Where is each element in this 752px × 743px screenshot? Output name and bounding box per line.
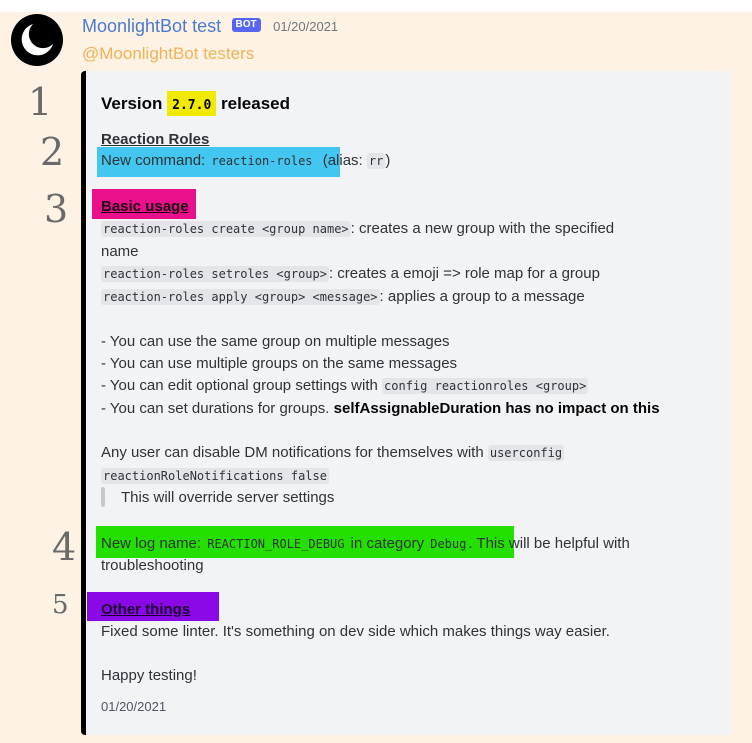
alias-code: rr [366, 153, 386, 169]
other-text: Fixed some linter. It's something on dev… [101, 623, 610, 640]
annotation-number: 3 [44, 187, 69, 231]
avatar[interactable] [11, 14, 63, 66]
annotation-number: 4 [52, 525, 77, 569]
bullet-item: - You can use the same group on multiple… [101, 333, 450, 350]
blockquote-text: This will override server settings [121, 489, 335, 506]
moon-icon [13, 16, 61, 64]
annotation-number: 2 [40, 130, 65, 174]
annotation-number: 5 [52, 590, 69, 620]
closing-text: Happy testing! [101, 667, 197, 684]
usage-line: reaction-roles apply <group> <message>: … [101, 288, 585, 305]
dm-line: Any user can disable DM notifications fo… [101, 444, 565, 461]
annotation-number: 1 [28, 80, 53, 124]
usage-line: reaction-roles create <group name>: crea… [101, 220, 615, 237]
log-line: New log name: REACTION_ROLE_DEBUG in cat… [101, 535, 630, 552]
dm-line: reactionRoleNotifications false [101, 468, 329, 484]
username[interactable]: MoonlightBot test [82, 16, 221, 36]
new-command-line: New command: reaction-roles (alias: rr) [101, 152, 391, 169]
message-timestamp: 01/20/2021 [273, 19, 339, 34]
section-heading: Other things [101, 601, 191, 618]
command-code: reaction-roles [211, 154, 313, 168]
log-line: troubleshooting [101, 557, 204, 574]
embed-footer-date: 01/20/2021 [101, 699, 167, 714]
message-header: MoonlightBot test BOT 01/20/2021 [82, 16, 338, 37]
bullet-item: - You can set durations for groups. self… [101, 400, 660, 417]
section-heading: Basic usage [101, 198, 189, 215]
embed-title: Version 2.7.0 released [101, 91, 290, 116]
blockquote-bar [101, 487, 105, 507]
usage-line: name [101, 243, 139, 260]
usage-line: reaction-roles setroles <group>: creates… [101, 265, 600, 282]
role-mention[interactable]: @MoonlightBot testers [82, 44, 254, 64]
bullet-item: - You can edit optional group settings w… [101, 377, 589, 394]
bullet-item: - You can use multiple groups on the sam… [101, 355, 458, 372]
section-heading: Reaction Roles [101, 131, 210, 148]
version-code: 2.7.0 [172, 98, 212, 113]
bot-badge: BOT [231, 17, 261, 32]
